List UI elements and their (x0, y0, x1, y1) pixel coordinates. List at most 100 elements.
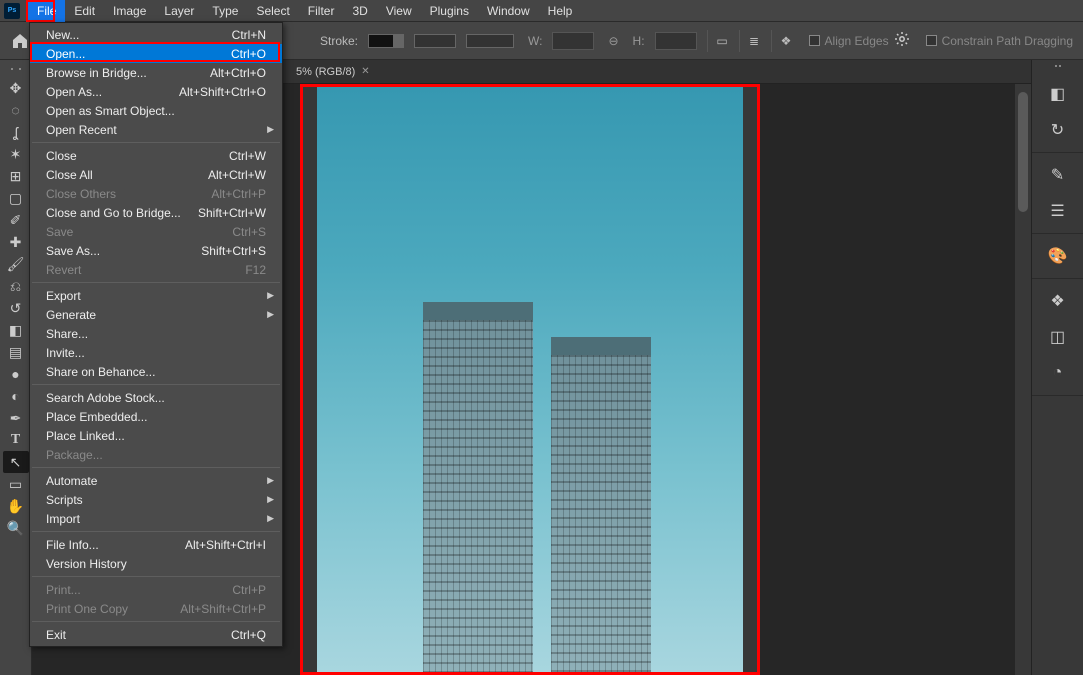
menu-item-close-all[interactable]: Close AllAlt+Ctrl+W (30, 165, 282, 184)
menu-item-automate[interactable]: Automate▶ (30, 471, 282, 490)
menu-item-label: Export (46, 289, 81, 303)
align-edges-checkbox[interactable]: Align Edges (809, 34, 889, 48)
document-canvas[interactable] (303, 87, 757, 672)
paths-panel-icon[interactable]: ◔ (1038, 357, 1078, 389)
menu-select[interactable]: Select (247, 0, 298, 22)
menu-item-label: Place Linked... (46, 429, 125, 443)
menu-item-place-embedded[interactable]: Place Embedded... (30, 407, 282, 426)
tool-type[interactable]: T (3, 429, 29, 451)
menu-edit[interactable]: Edit (65, 0, 104, 22)
tool-dodge[interactable]: ◐ (3, 385, 29, 407)
height-input[interactable] (655, 32, 697, 50)
menu-item-version-history[interactable]: Version History (30, 554, 282, 573)
home-icon[interactable] (10, 32, 30, 50)
arrange-icon[interactable]: ❖ (771, 30, 793, 52)
channels-panel-icon[interactable]: ◫ (1038, 321, 1078, 353)
history-panel-icon[interactable]: ↻ (1038, 114, 1078, 146)
menu-filter[interactable]: Filter (299, 0, 344, 22)
tool-frame[interactable]: ▢ (3, 187, 29, 209)
tool-move[interactable]: ✥ (3, 77, 29, 99)
height-label: H: (633, 34, 645, 48)
tool-eyedropper[interactable]: ✐ (3, 209, 29, 231)
menu-item-share[interactable]: Share... (30, 324, 282, 343)
menu-item-open-recent[interactable]: Open Recent▶ (30, 120, 282, 139)
menu-item-close[interactable]: Close Ctrl+W (30, 146, 282, 165)
menu-item-place-linked[interactable]: Place Linked... (30, 426, 282, 445)
menu-item-shortcut: F12 (245, 263, 266, 277)
menu-item-label: Invite... (46, 346, 85, 360)
menu-3d[interactable]: 3D (343, 0, 376, 22)
tool-shape[interactable]: ▭ (3, 473, 29, 495)
menu-type[interactable]: Type (203, 0, 247, 22)
align-icon[interactable]: ≣ (739, 30, 761, 52)
chevron-right-icon: ▶ (267, 290, 274, 301)
tool-zoom[interactable]: 🔍 (3, 517, 29, 539)
constrain-checkbox[interactable]: Constrain Path Dragging (926, 34, 1073, 48)
menu-plugins[interactable]: Plugins (421, 0, 478, 22)
tool-marquee[interactable]: ◌ (3, 99, 29, 121)
menu-item-close-and-go-to-bridge[interactable]: Close and Go to Bridge...Shift+Ctrl+W (30, 203, 282, 222)
width-input[interactable] (552, 32, 594, 50)
scrollbar-track[interactable] (1015, 84, 1031, 675)
menu-item-label: Package... (46, 448, 103, 462)
tool-hand[interactable]: ✋ (3, 495, 29, 517)
gear-icon[interactable] (894, 31, 910, 50)
menu-item-share-on-behance[interactable]: Share on Behance... (30, 362, 282, 381)
menu-item-shortcut: Alt+Ctrl+W (208, 168, 266, 182)
close-icon[interactable]: ✕ (361, 60, 369, 84)
scrollbar-thumb[interactable] (1018, 92, 1028, 212)
menu-item-open-as-smart-object[interactable]: Open as Smart Object... (30, 101, 282, 120)
color-panel-icon[interactable]: ◧ (1038, 78, 1078, 110)
menu-item-scripts[interactable]: Scripts▶ (30, 490, 282, 509)
tool-history-brush[interactable]: ↺ (3, 297, 29, 319)
menu-item-open-as[interactable]: Open As...Alt+Shift+Ctrl+O (30, 82, 282, 101)
menu-item-browse-in-bridge[interactable]: Browse in Bridge...Alt+Ctrl+O (30, 63, 282, 82)
panel-drag-handle[interactable] (11, 68, 21, 70)
brushes-panel-icon[interactable]: ✎ (1038, 159, 1078, 191)
menu-item-invite[interactable]: Invite... (30, 343, 282, 362)
stroke-color-swatch[interactable] (368, 34, 404, 48)
menu-item-label: Browse in Bridge... (46, 66, 147, 80)
layers-panel-icon[interactable]: ❖ (1038, 285, 1078, 317)
menu-item-open[interactable]: Open...Ctrl+O (30, 44, 282, 63)
tool-lasso[interactable]: ʆ (3, 121, 29, 143)
menu-image[interactable]: Image (104, 0, 155, 22)
menubar: Ps FileEditImageLayerTypeSelectFilter3DV… (0, 0, 1083, 22)
menu-item-import[interactable]: Import▶ (30, 509, 282, 528)
menu-item-generate[interactable]: Generate▶ (30, 305, 282, 324)
menu-item-export[interactable]: Export ▶ (30, 286, 282, 305)
menu-layer[interactable]: Layer (155, 0, 203, 22)
stroke-width-field[interactable] (414, 34, 456, 48)
tool-blur[interactable]: ● (3, 363, 29, 385)
menu-item-search-adobe-stock[interactable]: Search Adobe Stock... (30, 388, 282, 407)
menu-item-label: Close (46, 149, 77, 163)
tool-pen[interactable]: ✒ (3, 407, 29, 429)
menu-view[interactable]: View (377, 0, 421, 22)
menu-item-new[interactable]: New...Ctrl+N (30, 25, 282, 44)
tool-heal[interactable]: ✚ (3, 231, 29, 253)
tool-crop[interactable]: ⊞ (3, 165, 29, 187)
menu-item-file-info[interactable]: File Info...Alt+Shift+Ctrl+I (30, 535, 282, 554)
menu-file[interactable]: File (28, 0, 65, 22)
swatches-panel-icon[interactable]: 🎨 (1038, 240, 1078, 272)
menu-item-shortcut: Ctrl+W (229, 149, 266, 163)
menu-item-label: Version History (46, 557, 127, 571)
tool-gradient[interactable]: ▤ (3, 341, 29, 363)
building-right (551, 337, 651, 672)
menu-help[interactable]: Help (539, 0, 582, 22)
stroke-style-dropdown[interactable] (466, 34, 514, 48)
menu-item-save-as[interactable]: Save As...Shift+Ctrl+S (30, 241, 282, 260)
menu-window[interactable]: Window (478, 0, 539, 22)
tool-path-select[interactable]: ↖ (3, 451, 29, 473)
menu-item-print: Print...Ctrl+P (30, 580, 282, 599)
tool-clone[interactable]: ⎌ (3, 275, 29, 297)
panel-drag-handle[interactable] (1032, 60, 1083, 72)
tool-eraser[interactable]: ◧ (3, 319, 29, 341)
tool-quick-select[interactable]: ✶ (3, 143, 29, 165)
menu-item-label: Generate (46, 308, 96, 322)
adjustments-panel-icon[interactable]: ☰ (1038, 195, 1078, 227)
tool-brush[interactable]: 🖌 (3, 253, 29, 275)
menu-item-exit[interactable]: ExitCtrl+Q (30, 625, 282, 644)
path-ops-icon[interactable]: ▭ (707, 30, 729, 52)
link-icon[interactable]: ⊖ (608, 34, 618, 48)
